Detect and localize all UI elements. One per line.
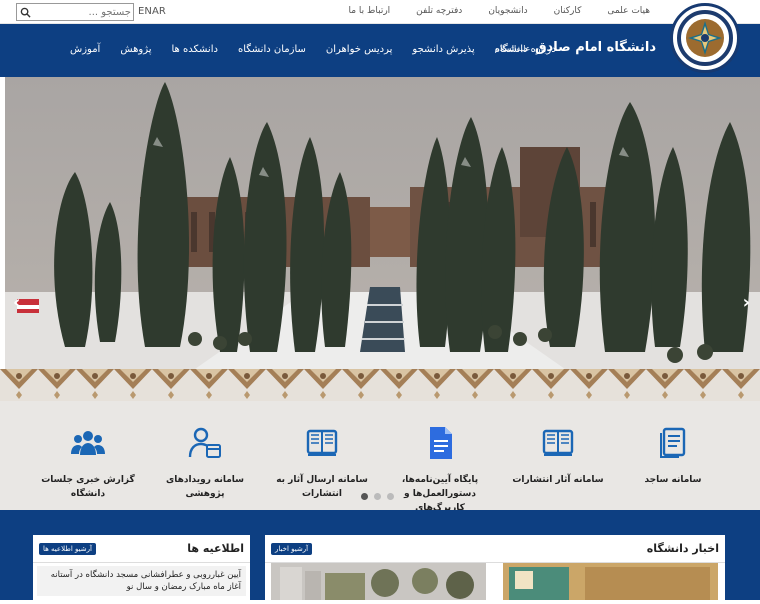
carousel-dots	[361, 493, 394, 500]
menu-item-sisters-campus[interactable]: پردیس خواهران	[326, 44, 393, 55]
service-label: سامانه رویدادهای پژوهشی	[165, 475, 245, 499]
announcements-title: اطلاعیه ها	[187, 542, 244, 555]
service-label: پایگاه آیین‌نامه‌ها، دستورالعمل‌ها و کار…	[401, 475, 479, 513]
menu-item-admission[interactable]: پذیرش دانشجو	[412, 44, 474, 55]
search-box[interactable]	[16, 3, 134, 21]
service-sajed[interactable]: سامانه ساجد	[618, 425, 728, 487]
service-publications[interactable]: سامانه آثار انتشارات	[503, 425, 613, 487]
service-regulations[interactable]: پایگاه آیین‌نامه‌ها، دستورالعمل‌ها و کار…	[385, 425, 495, 515]
main-navbar: دانشگاه امام صادق علیه‌السلام درباره دان…	[0, 24, 760, 77]
book-icon	[542, 429, 574, 456]
announcements-archive-button[interactable]: آرشیو اطلاعیه ها	[39, 543, 96, 555]
carousel-dot-3[interactable]	[387, 493, 394, 500]
ornamental-border	[0, 369, 760, 401]
news-panel: اخبار دانشگاه آرشیو اخبار	[265, 535, 725, 600]
logo-emblem	[675, 8, 735, 68]
news-thumbnails	[271, 563, 718, 600]
announcements-panel: اطلاعیه ها آرشیو اطلاعیه ها آیین غبارروب…	[33, 535, 250, 600]
service-meeting-reports[interactable]: گزارش خبری جلسات دانشگاه	[33, 425, 143, 501]
ornament-pattern	[0, 369, 760, 401]
menu-item-organization[interactable]: سازمان دانشگاه	[238, 44, 306, 55]
top-link-contact[interactable]: ارتباط با ما	[349, 6, 391, 16]
carousel-dot-1[interactable]	[361, 493, 368, 500]
carousel-dot-2[interactable]	[374, 493, 381, 500]
services-carousel: سامانه ساجد سامانه آثار انتشارات پایگاه …	[0, 401, 760, 513]
menu-item-education[interactable]: آموزش	[70, 44, 100, 55]
announcement-item[interactable]: آیین غبارروبی و عطرافشانی مسجد دانشگاه د…	[37, 566, 246, 596]
top-link-faculty[interactable]: هیات علمی	[607, 6, 650, 16]
top-link-students[interactable]: دانشجویان	[488, 6, 527, 16]
book-icon	[306, 429, 338, 456]
university-logo[interactable]	[670, 3, 740, 73]
menu-item-faculties[interactable]: دانشکده ها	[172, 44, 218, 55]
hero-image	[5, 77, 760, 369]
lang-ar-link[interactable]: AR	[152, 6, 166, 17]
top-link-phonebook[interactable]: دفترچه تلفن	[416, 6, 462, 16]
news-title: اخبار دانشگاه	[646, 542, 719, 555]
service-label: سامانه ساجد	[644, 475, 702, 485]
news-archive-button[interactable]: آرشیو اخبار	[271, 543, 313, 555]
top-bar: EN AR هیات علمی کارکنان دانشجویان دفترچه…	[0, 0, 760, 24]
service-research-events[interactable]: سامانه رویدادهای پژوهشی	[150, 425, 260, 501]
search-input[interactable]	[33, 5, 131, 19]
user-calendar-icon	[188, 427, 221, 458]
users-icon	[71, 431, 105, 455]
top-links: هیات علمی کارکنان دانشجویان دفترچه تلفن …	[349, 6, 651, 16]
service-label: گزارش خبری جلسات دانشگاه	[41, 475, 135, 499]
google-doc-icon	[430, 427, 452, 459]
search-icon[interactable]	[20, 7, 31, 18]
service-submit-works[interactable]: سامانه ارسال آثار به انتشارات	[267, 425, 377, 501]
top-link-staff[interactable]: کارکنان	[554, 6, 582, 16]
main-menu: درباره دانشگاه پذیرش دانشجو پردیس خواهرا…	[70, 44, 556, 55]
document-icon	[660, 427, 686, 458]
announcement-text[interactable]: آیین غبارروبی و عطرافشانی مسجد دانشگاه د…	[51, 570, 241, 592]
hero-slideshow[interactable]: ‹ ›	[5, 77, 760, 369]
menu-item-about[interactable]: درباره دانشگاه	[495, 44, 556, 55]
lang-en-link[interactable]: EN	[138, 6, 152, 17]
service-label: سامانه آثار انتشارات	[512, 475, 604, 485]
hero-next-arrow[interactable]: ›	[743, 292, 750, 313]
hero-prev-arrow[interactable]: ‹	[13, 292, 20, 313]
menu-item-research[interactable]: پژوهش	[120, 44, 151, 55]
